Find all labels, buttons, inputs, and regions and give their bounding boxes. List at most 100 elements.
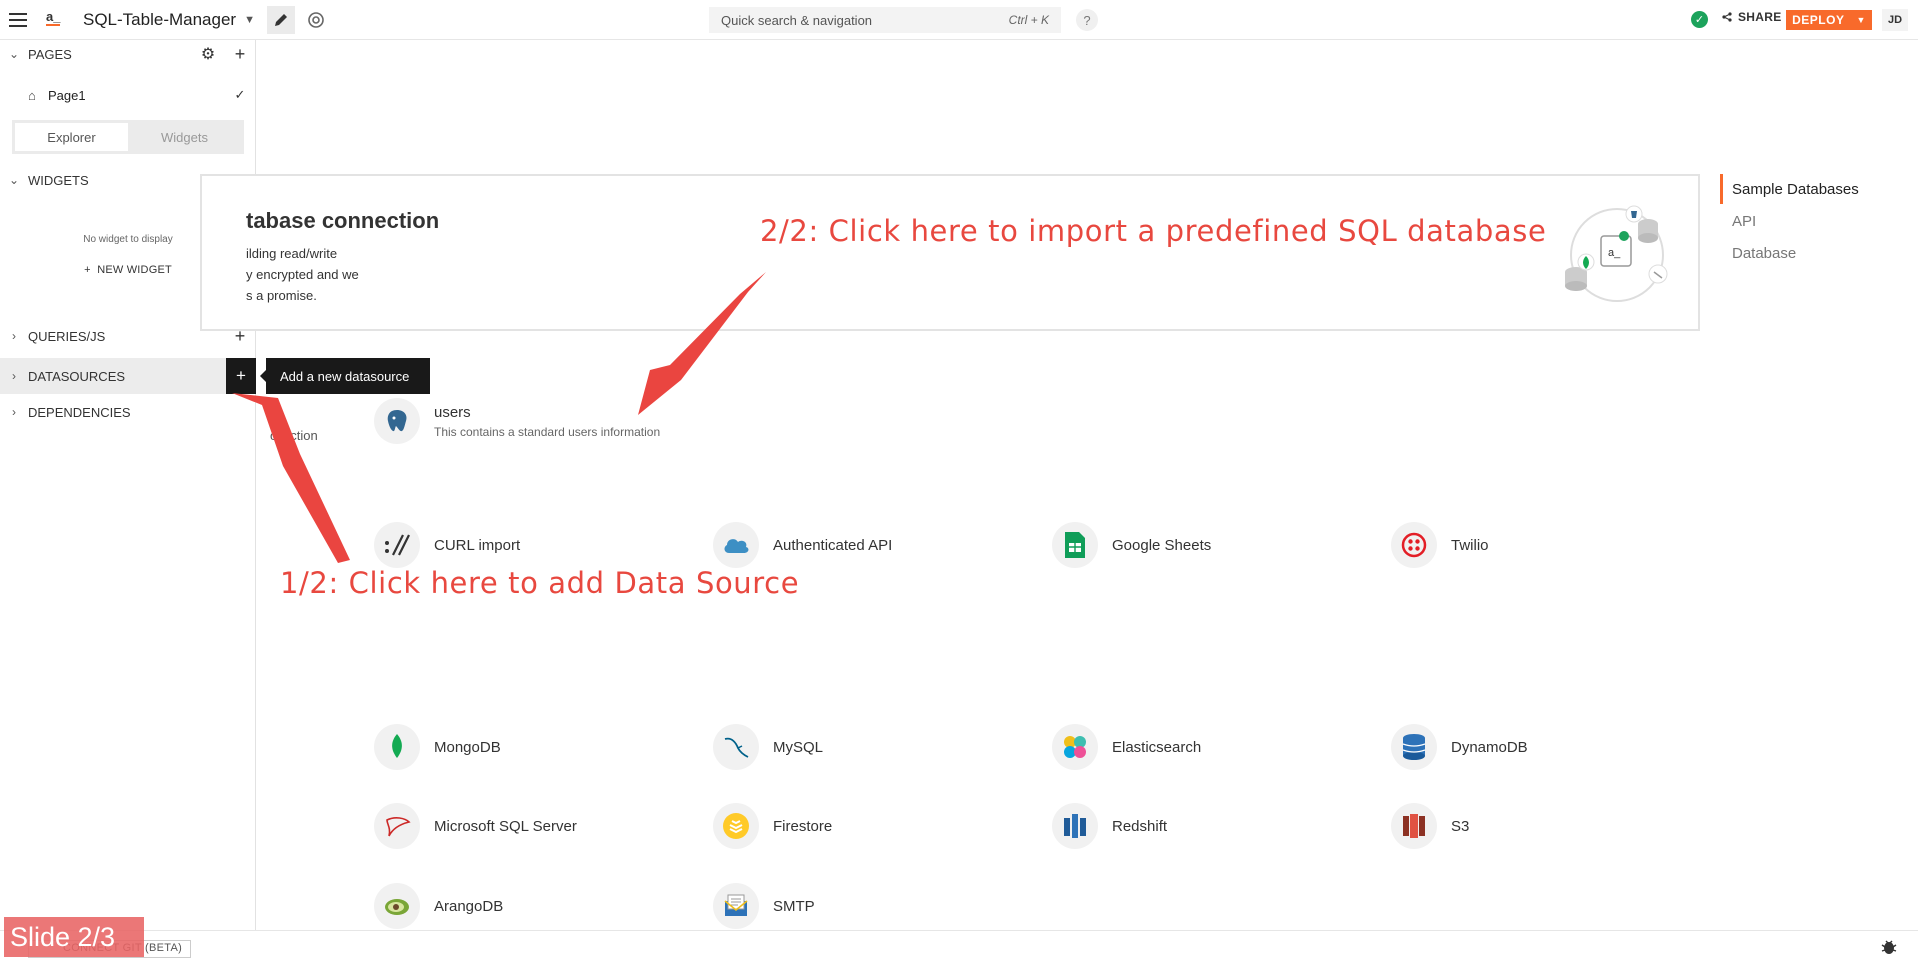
app-name: SQL-Table-Manager [83, 10, 237, 29]
add-datasource-button[interactable]: + [226, 358, 256, 394]
cloud-icon [713, 522, 759, 568]
nav-database[interactable]: Database [1732, 245, 1796, 262]
db-redshift[interactable]: Redshift [1052, 803, 1167, 849]
chevron-right-icon[interactable]: › [0, 329, 28, 343]
app-logo[interactable]: a_ [46, 9, 61, 26]
database-connection-card [200, 174, 1700, 331]
db-name: Firestore [773, 817, 833, 835]
chevron-down-icon[interactable]: ▼ [1856, 15, 1865, 25]
pages-label: PAGES [28, 46, 72, 62]
bug-icon[interactable] [1880, 939, 1898, 955]
api-name: Authenticated API [773, 536, 893, 554]
postgres-icon [374, 398, 420, 444]
api-google-sheets[interactable]: Google Sheets [1052, 522, 1211, 568]
redshift-icon [1052, 803, 1098, 849]
pencil-icon [275, 14, 287, 26]
api-name: CURL import [434, 536, 521, 554]
svg-text:a_: a_ [1608, 247, 1621, 259]
api-curl-import[interactable]: CURL import [374, 522, 520, 568]
help-icon[interactable]: ? [1076, 9, 1098, 31]
datasources-label: DATASOURCES [28, 368, 126, 384]
share-label: SHARE [1738, 10, 1782, 24]
db-s3[interactable]: S3 [1391, 803, 1469, 849]
db-name: DynamoDB [1451, 738, 1528, 756]
chevron-right-icon[interactable]: › [0, 369, 28, 383]
db-elasticsearch[interactable]: Elasticsearch [1052, 724, 1201, 770]
db-mssql[interactable]: Microsoft SQL Server [374, 803, 577, 849]
api-name: Google Sheets [1112, 536, 1212, 554]
explorer-widgets-switch: Explorer Widgets [12, 120, 244, 154]
card-title: tabase connection [246, 208, 440, 233]
mongodb-icon [374, 724, 420, 770]
annotation-arrows [232, 272, 766, 563]
share-icon [1722, 12, 1732, 22]
search-input[interactable]: Quick search & navigation Ctrl + K [709, 7, 1061, 33]
new-widget-label: NEW WIDGET [97, 264, 172, 276]
db-name: SMTP [773, 897, 815, 915]
smtp-icon [713, 883, 759, 929]
api-twilio[interactable]: Twilio [1391, 522, 1489, 568]
api-name: Twilio [1451, 536, 1489, 554]
annotation-step1: 1/2: Click here to add Data Source [280, 566, 800, 600]
api-authenticated[interactable]: Authenticated API [713, 522, 892, 568]
chevron-down-icon: ▼ [244, 14, 255, 26]
pages-section-header[interactable]: ⌄ PAGES ⚙ + [0, 42, 256, 66]
top-bar: a_ SQL-Table-Manager ▼ Quick search & na… [0, 0, 1918, 40]
dependencies-label: DEPENDENCIES [28, 404, 131, 420]
db-dynamodb[interactable]: DynamoDB [1391, 724, 1528, 770]
sidebar-item-page1[interactable]: ⌂ Page1 ✓ [0, 81, 256, 109]
curl-icon [374, 522, 420, 568]
check-circle-icon: ✓ [1691, 11, 1708, 28]
sample-db-users[interactable]: users This contains a standard users inf… [374, 398, 660, 444]
db-name: MySQL [773, 738, 824, 756]
db-name: MongoDB [434, 738, 501, 756]
chevron-down-icon[interactable]: ⌄ [0, 173, 28, 187]
db-name: S3 [1451, 817, 1470, 835]
home-icon: ⌂ [28, 87, 36, 103]
db-firestore[interactable]: Firestore [713, 803, 832, 849]
database-illustration: a_ [1565, 205, 1668, 302]
datasources-section-header[interactable]: › DATASOURCES [0, 358, 256, 394]
queries-label: QUERIES/JS [28, 328, 106, 344]
search-shortcut: Ctrl + K [1008, 13, 1049, 27]
db-mysql[interactable]: MySQL [713, 724, 823, 770]
app-name-dropdown[interactable]: SQL-Table-Manager ▼ [83, 9, 255, 31]
collection-text-fragment: ollection [270, 428, 318, 443]
sample-db-name: users [434, 403, 471, 421]
deploy-button[interactable]: DEPLOY ▼ [1786, 10, 1872, 30]
db-name: Redshift [1112, 817, 1168, 835]
avatar[interactable]: JD [1882, 9, 1908, 31]
tab-widgets[interactable]: Widgets [128, 123, 241, 151]
db-arangodb[interactable]: ArangoDB [374, 883, 503, 929]
menu-icon[interactable] [8, 10, 28, 30]
active-indicator [1720, 174, 1723, 204]
eye-icon [308, 12, 324, 28]
dependencies-section-header[interactable]: › DEPENDENCIES [0, 400, 256, 424]
chevron-down-icon[interactable]: ⌄ [0, 47, 28, 61]
plus-icon: + [84, 264, 98, 276]
search-placeholder: Quick search & navigation [721, 12, 873, 28]
arangodb-icon [374, 883, 420, 929]
db-mongodb[interactable]: MongoDB [374, 724, 501, 770]
view-mode-button[interactable] [304, 8, 328, 32]
s3-icon [1391, 803, 1437, 849]
gear-icon[interactable]: ⚙ [192, 44, 224, 64]
nav-sample-databases[interactable]: Sample Databases [1732, 181, 1859, 198]
nav-api[interactable]: API [1732, 213, 1756, 230]
chevron-right-icon[interactable]: › [0, 405, 28, 419]
db-name: Elasticsearch [1112, 738, 1202, 756]
bottom-bar [0, 930, 1918, 963]
dynamodb-icon [1391, 724, 1437, 770]
slide-indicator: Slide 2/3 [4, 917, 144, 957]
card-description: ilding read/write y encrypted and we s a… [246, 246, 359, 303]
add-datasource-tooltip: Add a new datasource [260, 358, 430, 394]
annotation-step2: 2/2: Click here to import a predefined S… [760, 214, 1547, 248]
elasticsearch-icon [1052, 724, 1098, 770]
tab-explorer[interactable]: Explorer [15, 123, 128, 151]
edit-mode-button[interactable] [267, 6, 295, 34]
deploy-label: DEPLOY [1792, 13, 1845, 27]
db-smtp[interactable]: SMTP [713, 883, 815, 929]
share-button[interactable]: SHARE [1722, 10, 1782, 24]
add-page-icon[interactable]: + [224, 44, 256, 65]
sample-db-description: This contains a standard users informati… [434, 424, 661, 439]
